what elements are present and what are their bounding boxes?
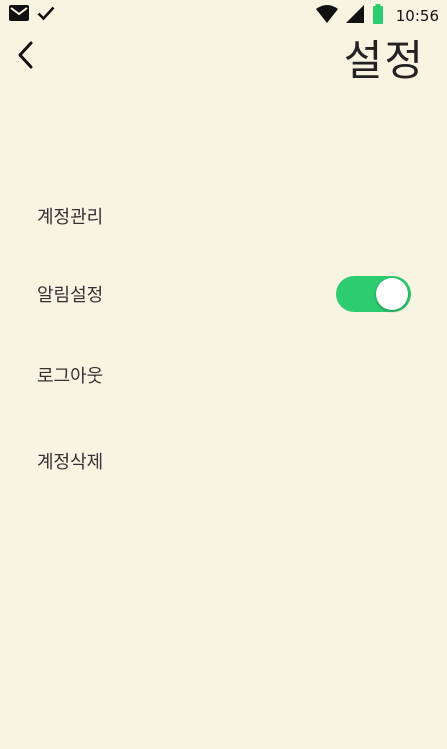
page-title: 설정 [343,36,425,85]
menu-item-notification-settings: 알림설정 [37,274,417,314]
menu-item-logout[interactable]: 로그아웃 [37,355,417,395]
menu-item-account-management[interactable]: 계정관리 [37,196,417,236]
wifi-icon [315,5,338,27]
menu-item-delete-account[interactable]: 계정삭제 [37,441,417,481]
menu-item-label: 알림설정 [37,285,104,306]
status-time: 10:56 [395,7,439,25]
notification-toggle[interactable] [336,276,411,312]
status-bar: 10:56 [0,0,447,30]
mail-icon [9,5,29,25]
back-button[interactable] [10,40,40,74]
status-system: 10:56 [315,4,439,28]
toggle-knob [376,278,408,310]
menu-item-label: 계정관리 [37,207,104,228]
settings-screen: 10:56 설정 계정관리 알림설정 로그아웃 계정삭제 [0,0,447,749]
menu-item-label: 로그아웃 [37,366,104,387]
check-icon [37,5,55,25]
menu-item-label: 계정삭제 [37,452,104,473]
chevron-left-icon [16,41,34,73]
battery-icon [372,4,384,28]
status-notifications [9,5,55,25]
cell-signal-icon [345,5,364,27]
